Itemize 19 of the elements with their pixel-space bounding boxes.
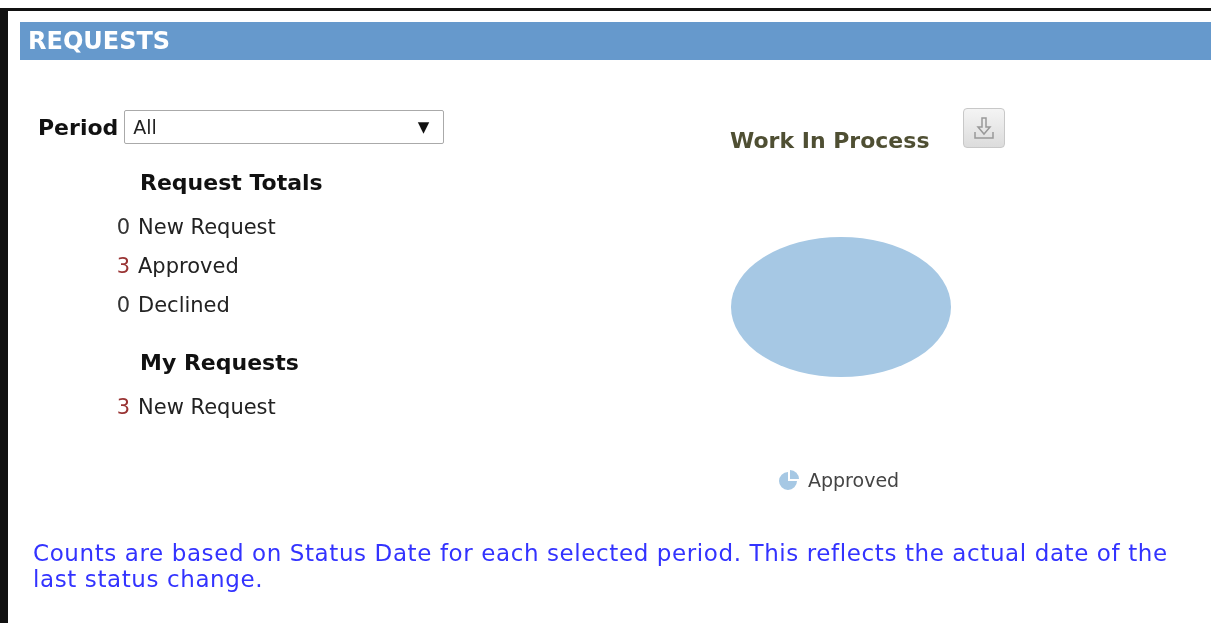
count: 0 <box>115 214 130 239</box>
count: 0 <box>115 292 130 317</box>
note-text: Counts are based on Status Date for each selected period. This reflects the actual date of the last status change. <box>32 539 1169 592</box>
status-label: New Request <box>138 214 276 239</box>
panel-header: REQUESTS <box>20 22 1211 60</box>
legend-label: Approved <box>808 469 900 491</box>
download-icon <box>973 116 996 140</box>
group-title: Request Totals <box>140 170 324 195</box>
download-button[interactable] <box>963 108 1006 148</box>
status-label: Approved <box>138 253 239 278</box>
status-label: Declined <box>138 292 230 317</box>
pie-legend-icon <box>778 469 800 491</box>
count: 3 <box>115 253 130 278</box>
group-title: My Requests <box>140 350 300 375</box>
period-label: Period <box>38 114 119 140</box>
period-select[interactable]: All ▼ <box>124 110 445 144</box>
status-label: New Request <box>138 394 276 419</box>
count: 3 <box>115 394 130 419</box>
chart-title: Work In Process <box>730 128 930 153</box>
